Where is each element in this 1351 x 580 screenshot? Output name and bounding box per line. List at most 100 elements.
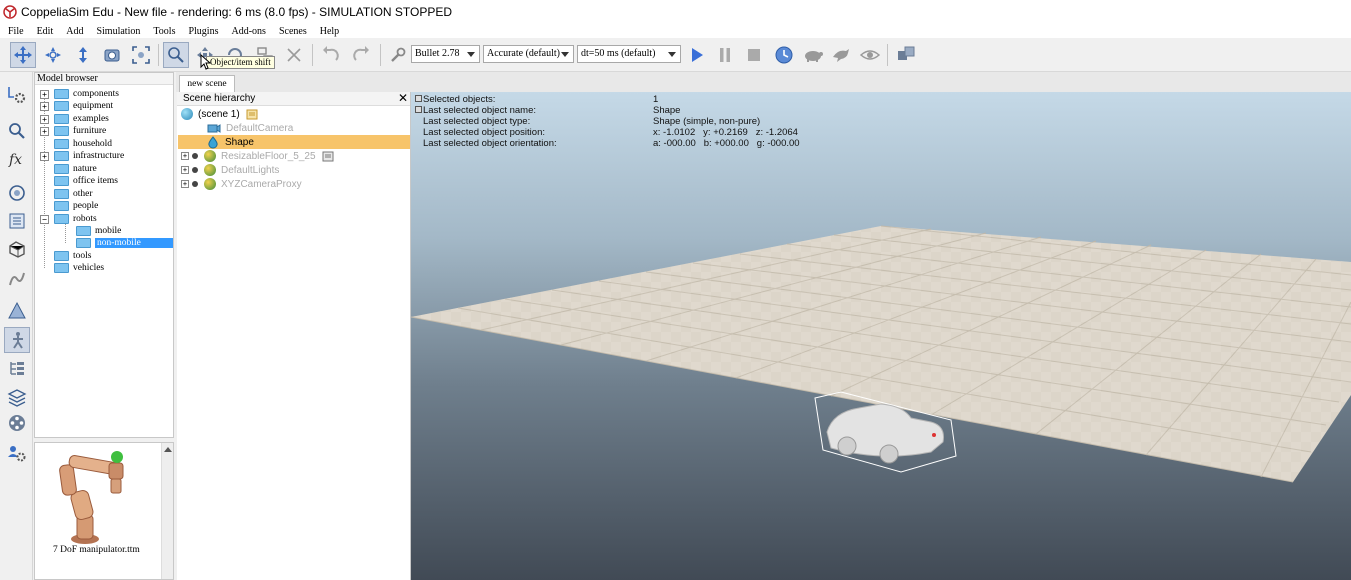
undo-icon[interactable] bbox=[318, 42, 344, 68]
menu-addons[interactable]: Add-ons bbox=[231, 26, 265, 37]
calculation-modules-icon[interactable] bbox=[4, 298, 30, 324]
tree-item-other[interactable]: other bbox=[54, 188, 93, 200]
folder-icon bbox=[54, 251, 69, 261]
hierarchy-item-shape[interactable]: Shape bbox=[178, 135, 410, 149]
script-icon[interactable] bbox=[322, 151, 334, 162]
hierarchy-item-xyz-camera-proxy[interactable]: + XYZCameraProxy bbox=[181, 177, 409, 191]
scene-viewport[interactable]: Selected objects: 1 Last selected object… bbox=[411, 92, 1351, 580]
tree-item-non-mobile[interactable]: non-mobile bbox=[76, 237, 173, 249]
accuracy-select[interactable]: Accurate (default) bbox=[483, 45, 574, 63]
user-settings-icon[interactable] bbox=[4, 440, 30, 466]
checkbox[interactable] bbox=[415, 106, 422, 113]
menu-add[interactable]: Add bbox=[66, 26, 83, 37]
expand-icon[interactable]: + bbox=[40, 114, 49, 124]
tree-item-household[interactable]: household bbox=[54, 138, 112, 150]
menu-scenes[interactable]: Scenes bbox=[279, 26, 307, 37]
hierarchy-item-default-lights[interactable]: + DefaultLights bbox=[181, 163, 409, 177]
preview-model-label: 7 DoF manipulator.ttm bbox=[53, 545, 140, 555]
speed-up-icon[interactable] bbox=[828, 42, 854, 68]
scene-hierarchy-header: Scene hierarchy ✕ bbox=[177, 92, 410, 106]
checkbox[interactable] bbox=[415, 95, 422, 102]
path-icon[interactable] bbox=[4, 266, 30, 292]
collapse-icon[interactable]: − bbox=[40, 214, 49, 224]
collections-icon[interactable] bbox=[4, 355, 30, 381]
dynamics-wrench-icon[interactable] bbox=[385, 42, 411, 68]
menu-tools[interactable]: Tools bbox=[153, 26, 175, 37]
expand-icon[interactable]: + bbox=[181, 166, 189, 174]
menu-simulation[interactable]: Simulation bbox=[96, 26, 140, 37]
hierarchy-item-scene[interactable]: (scene 1) bbox=[181, 107, 409, 121]
model-icon bbox=[192, 153, 198, 159]
tree-item-examples[interactable]: + examples bbox=[40, 113, 109, 125]
accuracy-value: Accurate (default) bbox=[487, 48, 561, 59]
tree-item-infrastructure[interactable]: + infrastructure bbox=[40, 150, 124, 162]
pause-icon[interactable] bbox=[712, 42, 738, 68]
script-icon[interactable] bbox=[246, 109, 258, 120]
tab-new-scene[interactable]: new scene bbox=[179, 75, 235, 92]
play-icon[interactable] bbox=[684, 42, 710, 68]
folder-icon bbox=[54, 151, 69, 161]
ik-icon[interactable] bbox=[4, 327, 30, 353]
preview-scrollbar[interactable] bbox=[161, 443, 173, 579]
scripts-icon[interactable] bbox=[4, 384, 30, 410]
timestep-value: dt=50 ms (default) bbox=[581, 48, 656, 59]
menu-help[interactable]: Help bbox=[320, 26, 339, 37]
expand-icon[interactable]: + bbox=[40, 89, 49, 99]
tree-item-furniture[interactable]: + furniture bbox=[40, 125, 106, 137]
physics-engine-select[interactable]: Bullet 2.78 bbox=[411, 45, 480, 63]
scene-object-properties-icon[interactable] bbox=[4, 208, 30, 234]
expand-icon[interactable]: + bbox=[181, 152, 189, 160]
fit-to-view-icon[interactable] bbox=[128, 42, 154, 68]
simulation-settings-icon[interactable] bbox=[4, 82, 30, 108]
menu-plugins[interactable]: Plugins bbox=[188, 26, 218, 37]
expand-icon[interactable]: + bbox=[181, 180, 189, 188]
tree-item-robots[interactable]: − robots bbox=[40, 213, 97, 225]
expand-icon[interactable]: + bbox=[40, 126, 49, 136]
shape-edit-icon[interactable] bbox=[4, 236, 30, 262]
shift-camera-icon[interactable] bbox=[70, 42, 96, 68]
camera-angle-icon[interactable] bbox=[99, 42, 125, 68]
move-camera-icon[interactable] bbox=[10, 42, 36, 68]
folder-icon bbox=[54, 101, 69, 111]
menu-edit[interactable]: Edit bbox=[37, 26, 54, 37]
folder-icon bbox=[54, 176, 69, 186]
slow-down-icon[interactable] bbox=[800, 42, 826, 68]
folder-icon bbox=[54, 89, 69, 99]
timestep-select[interactable]: dt=50 ms (default) bbox=[577, 45, 681, 63]
manipulator-thumbnail[interactable] bbox=[49, 447, 149, 545]
tree-item-people[interactable]: people bbox=[54, 200, 98, 212]
visualization-eye-icon[interactable] bbox=[857, 42, 883, 68]
expand-icon[interactable]: + bbox=[40, 151, 49, 161]
stop-icon[interactable] bbox=[741, 42, 767, 68]
tree-item-office-items[interactable]: office items bbox=[54, 175, 118, 187]
model-browser: Model browser + components + equipment + ex… bbox=[34, 72, 174, 438]
layers-icon[interactable] bbox=[4, 180, 30, 206]
function-script-icon[interactable]: fx bbox=[4, 146, 30, 172]
tree-item-nature[interactable]: nature bbox=[54, 163, 97, 175]
menu-file[interactable]: File bbox=[8, 26, 24, 37]
hierarchy-item-resizable-floor[interactable]: + ResizableFloor_5_25 bbox=[181, 149, 409, 163]
folder-icon bbox=[54, 201, 69, 211]
click-select-icon[interactable] bbox=[163, 42, 189, 68]
folder-icon bbox=[76, 226, 91, 236]
redo-icon[interactable] bbox=[348, 42, 374, 68]
tree-item-mobile[interactable]: mobile bbox=[76, 225, 121, 237]
real-time-icon[interactable] bbox=[771, 42, 797, 68]
model-base-icon bbox=[204, 164, 216, 176]
tree-item-vehicles[interactable]: vehicles bbox=[54, 262, 104, 274]
transfer-dna-icon[interactable] bbox=[281, 42, 307, 68]
rotate-camera-icon[interactable] bbox=[40, 42, 66, 68]
scroll-up-icon[interactable] bbox=[163, 445, 173, 455]
model-icon bbox=[192, 167, 198, 173]
video-recorder-icon[interactable] bbox=[4, 410, 30, 436]
tree-item-components[interactable]: + components bbox=[40, 88, 119, 100]
page-selector-icon[interactable] bbox=[893, 42, 919, 68]
folder-icon bbox=[54, 139, 69, 149]
scene-tab-bar: new scene bbox=[176, 72, 1351, 92]
selection-search-icon[interactable] bbox=[4, 118, 30, 144]
close-icon[interactable]: ✕ bbox=[398, 92, 408, 105]
tree-item-equipment[interactable]: + equipment bbox=[40, 100, 113, 112]
tree-item-tools[interactable]: tools bbox=[54, 250, 91, 262]
expand-icon[interactable]: + bbox=[40, 101, 49, 111]
hierarchy-item-default-camera[interactable]: DefaultCamera bbox=[207, 121, 409, 135]
